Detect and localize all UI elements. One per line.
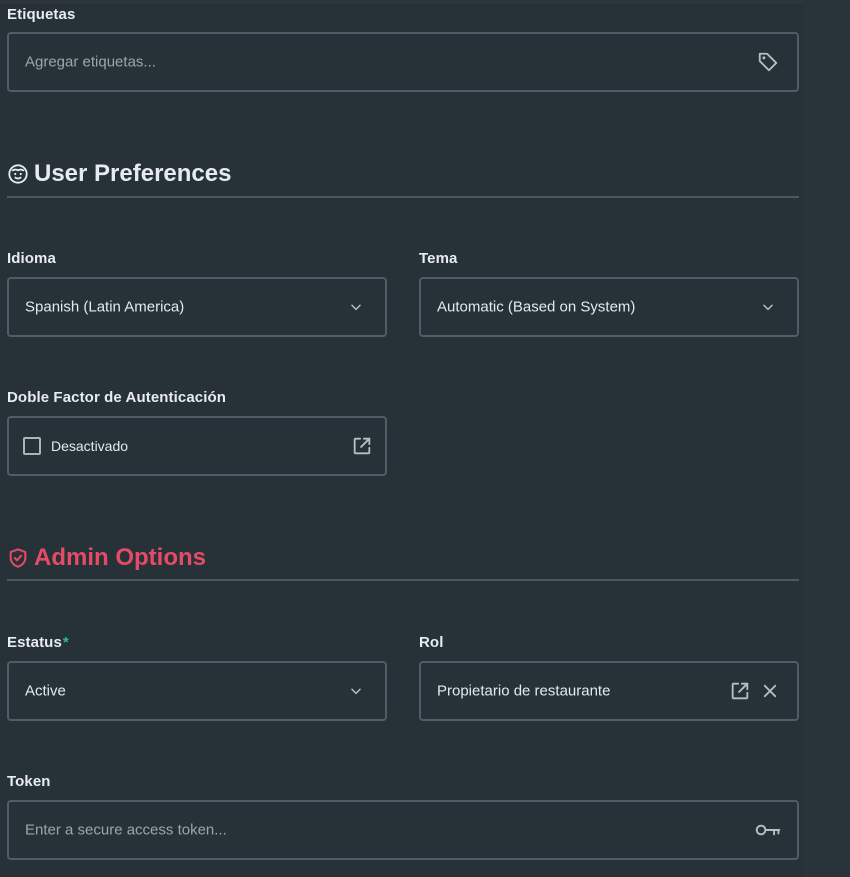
token-field[interactable] xyxy=(7,800,799,860)
chevron-down-icon[interactable] xyxy=(761,300,775,314)
required-mark: * xyxy=(62,634,69,651)
theme-label: Tema xyxy=(419,250,458,267)
chevron-down-icon[interactable] xyxy=(349,684,363,698)
top-edge xyxy=(0,0,850,4)
user-preferences-divider xyxy=(7,196,799,198)
shield-check-icon xyxy=(9,548,27,568)
admin-options-header: Admin Options xyxy=(7,544,206,572)
admin-options-divider xyxy=(7,579,799,581)
smiley-face-icon xyxy=(8,164,28,184)
language-select[interactable]: Spanish (Latin America) xyxy=(7,277,387,337)
role-field[interactable]: Propietario de restaurante xyxy=(419,661,799,721)
close-icon[interactable] xyxy=(761,682,779,700)
admin-options-title: Admin Options xyxy=(34,544,206,571)
tags-field[interactable] xyxy=(7,32,799,92)
language-value: Spanish (Latin America) xyxy=(25,298,185,316)
status-label: Estatus* xyxy=(7,634,69,651)
key-icon[interactable] xyxy=(755,821,781,839)
token-input[interactable] xyxy=(25,821,705,839)
status-select[interactable]: Active xyxy=(7,661,387,721)
two-factor-field[interactable]: Desactivado xyxy=(7,416,387,476)
user-preferences-title: User Preferences xyxy=(34,160,232,187)
chevron-down-icon[interactable] xyxy=(349,300,363,314)
two-factor-value: Desactivado xyxy=(51,438,129,454)
scroll-gutter xyxy=(805,0,850,877)
external-link-icon[interactable] xyxy=(351,435,373,457)
external-link-icon[interactable] xyxy=(729,680,751,702)
tags-label: Etiquetas xyxy=(7,6,76,23)
status-value: Active xyxy=(25,682,66,700)
language-label: Idioma xyxy=(7,250,56,267)
role-value: Propietario de restaurante xyxy=(437,682,611,700)
tags-input[interactable] xyxy=(25,53,705,71)
two-factor-checkbox[interactable] xyxy=(23,437,41,455)
tag-icon[interactable] xyxy=(757,51,779,73)
user-preferences-header: User Preferences xyxy=(7,160,231,188)
theme-select[interactable]: Automatic (Based on System) xyxy=(419,277,799,337)
role-label: Rol xyxy=(419,634,444,651)
token-label: Token xyxy=(7,773,51,790)
theme-value: Automatic (Based on System) xyxy=(437,298,636,316)
two-factor-label: Doble Factor de Autenticación xyxy=(7,389,227,406)
